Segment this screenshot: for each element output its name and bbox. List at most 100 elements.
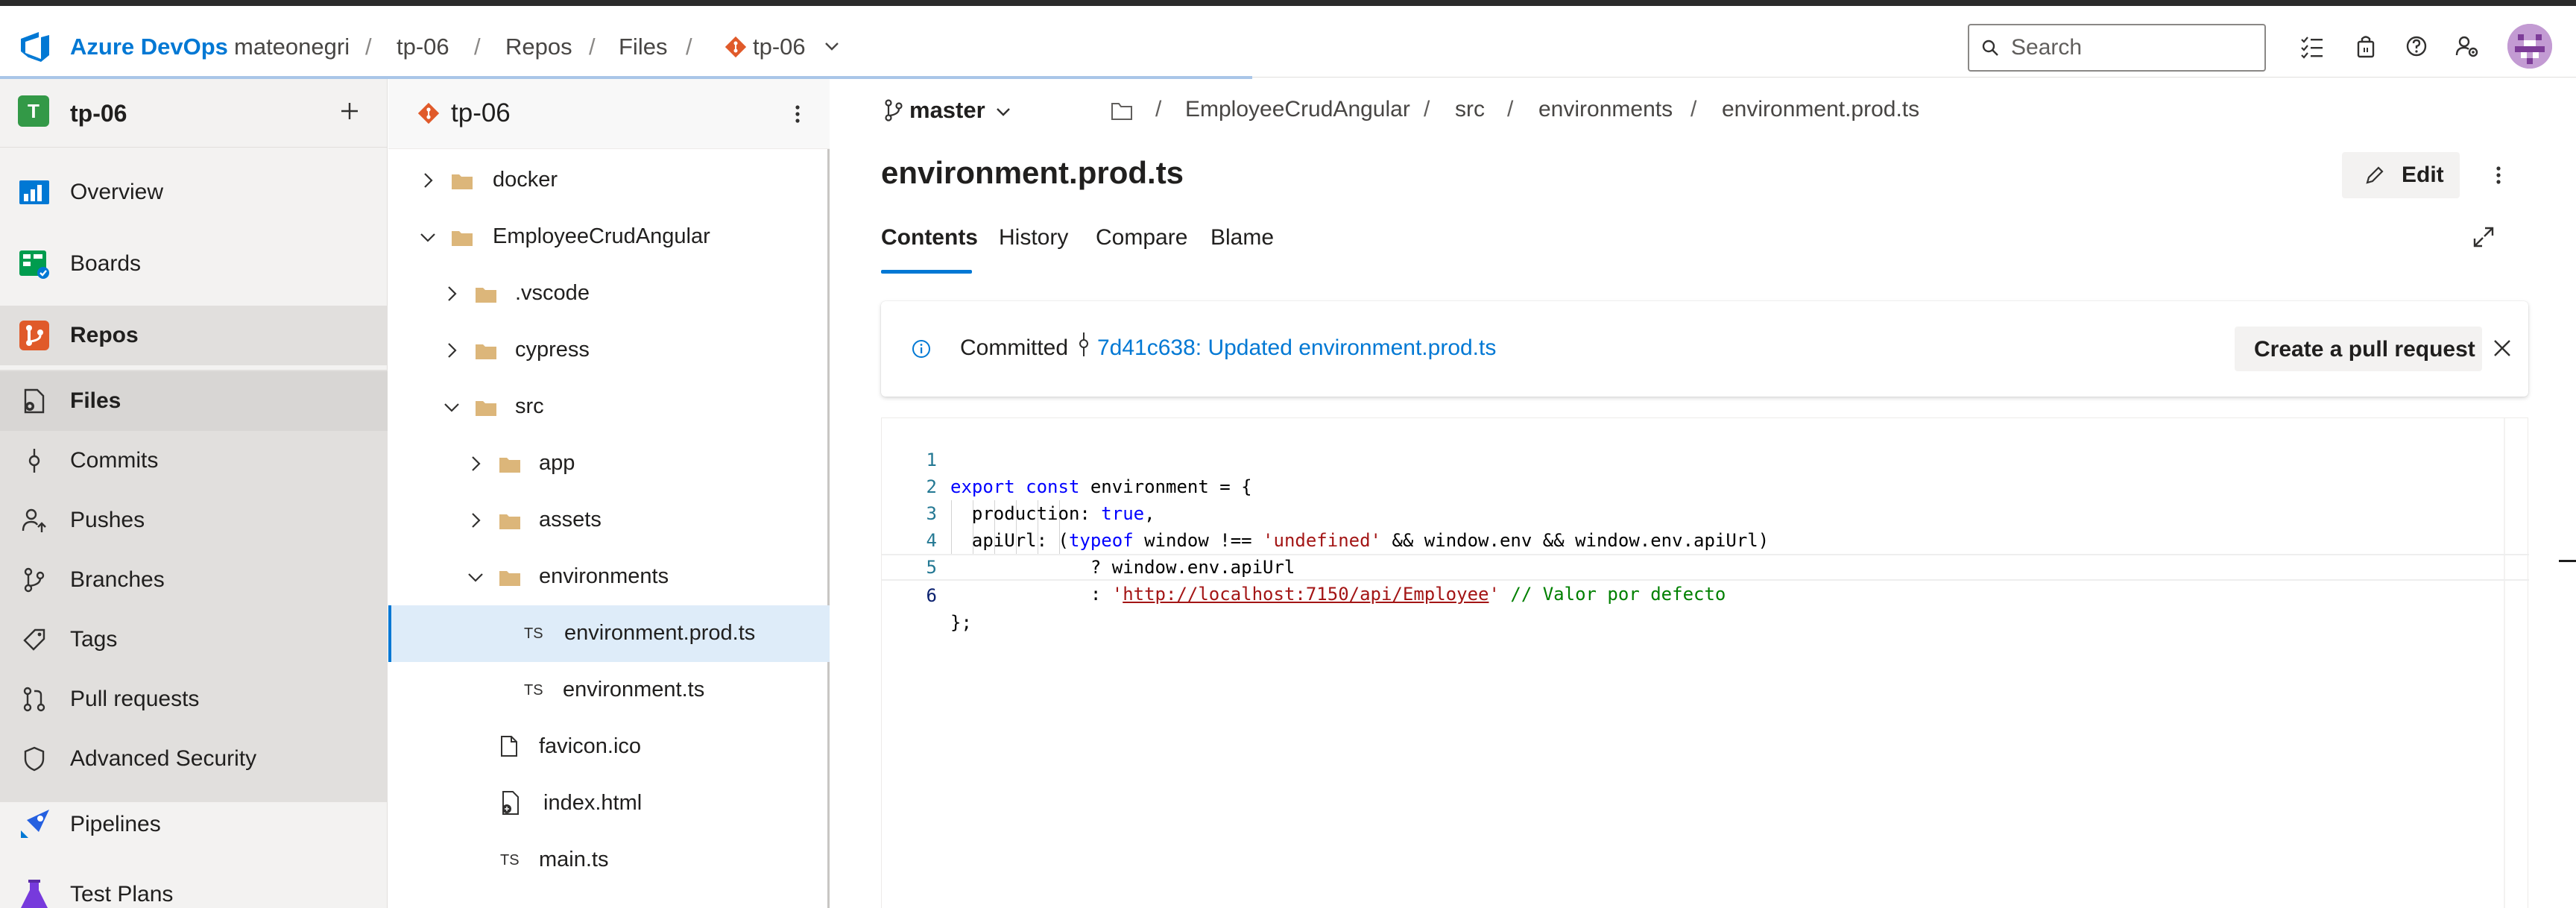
new-plus-icon[interactable] (337, 98, 362, 124)
sidebar-item-label: Tags (70, 627, 118, 652)
chevron-down-icon[interactable] (442, 397, 461, 417)
sidebar-item-overview[interactable]: Overview (0, 163, 388, 222)
tab-blame[interactable]: Blame (1210, 225, 1274, 270)
folder-icon (476, 344, 496, 359)
more-options-icon[interactable] (786, 101, 809, 127)
chevron-right-icon[interactable] (466, 454, 485, 473)
expand-fullscreen-icon[interactable] (2472, 225, 2496, 249)
repo-dropdown-chevron-down-icon[interactable] (823, 37, 841, 55)
line-number: 6 (926, 585, 937, 606)
branch-dropdown-chevron-down-icon[interactable] (994, 103, 1012, 121)
sidebar-item-repos[interactable]: Repos (0, 306, 388, 365)
tab-compare[interactable]: Compare (1096, 225, 1187, 270)
tree-row-label: assets (539, 508, 602, 532)
search-input[interactable] (2011, 35, 2235, 60)
tree-row-assets[interactable]: assets (388, 492, 830, 549)
path-segment-src[interactable]: src (1455, 97, 1485, 122)
sidebar-item-label: Test Plans (70, 882, 174, 907)
tree-row-favicon-ico[interactable]: favicon.ico (388, 719, 830, 775)
azure-devops-logo-icon[interactable] (18, 28, 52, 63)
tree-row-src[interactable]: src (388, 379, 830, 435)
close-icon[interactable] (2491, 337, 2513, 359)
path-segment-employeecrudangular[interactable]: EmployeeCrudAngular (1185, 97, 1410, 122)
tree-row-cypress[interactable]: cypress (388, 322, 830, 379)
sidebar-item-label: Overview (70, 180, 164, 204)
file-viewer: master / EmployeeCrudAngular / src / env… (832, 79, 2576, 908)
sidebar-item-boards[interactable]: Boards (0, 234, 388, 294)
tree-row-environment-prod-ts[interactable]: TS environment.prod.ts (388, 605, 830, 662)
folder-outline-icon[interactable] (1111, 101, 1133, 121)
marketplace-bag-icon[interactable] (2352, 33, 2379, 60)
tree-row-app[interactable]: app (388, 435, 830, 492)
overview-ruler-marker (2559, 560, 2576, 562)
edit-button[interactable]: Edit (2342, 152, 2460, 198)
sidebar-item-commits[interactable]: Commits (0, 431, 388, 491)
chevron-right-icon[interactable] (442, 341, 461, 360)
project-header: T tp-06 (0, 79, 388, 148)
pull-request-icon (16, 681, 52, 717)
chevron-right-icon[interactable] (418, 171, 438, 190)
help-icon[interactable] (2403, 33, 2430, 60)
search-box[interactable] (1968, 24, 2266, 72)
git-repo-icon (724, 36, 747, 58)
sidebar-item-files[interactable]: Files (0, 371, 388, 431)
breadcrumb-repo[interactable]: tp-06 (753, 34, 806, 60)
tab-contents[interactable]: Contents (881, 225, 978, 270)
path-separator: / (1424, 97, 1430, 122)
project-badge[interactable]: T (18, 95, 49, 127)
sidebar-item-label: Commits (70, 448, 159, 473)
commit-link[interactable]: 7d41c638: Updated environment.prod.ts (1097, 335, 1496, 361)
breadcrumb-org[interactable]: mateonegri (234, 34, 350, 60)
tree-row-label: favicon.ico (539, 734, 642, 758)
tree-row-main-ts[interactable]: TS main.ts (388, 832, 830, 889)
tree-row-index-html[interactable]: index.html (388, 775, 830, 832)
folder-icon (476, 401, 496, 416)
tree-row-label: index.html (543, 791, 643, 815)
user-settings-icon[interactable] (2454, 33, 2481, 60)
tree-row-label: src (515, 394, 544, 418)
breadcrumb-repos[interactable]: Repos (505, 34, 572, 60)
tree-row-environment-ts[interactable]: TS environment.ts (388, 662, 830, 719)
code-line: 3 apiUrl: (typeof window !== 'undefined'… (882, 473, 2529, 551)
path-segment-environments[interactable]: environments (1538, 97, 1673, 122)
sidebar-item-test-plans[interactable]: Test Plans (0, 865, 388, 908)
work-items-checklist-icon[interactable] (2299, 33, 2326, 60)
shield-icon (16, 741, 52, 777)
project-name[interactable]: tp-06 (70, 100, 127, 127)
typescript-file-icon: TS (524, 625, 543, 642)
chevron-right-icon[interactable] (466, 511, 485, 530)
breadcrumb-files[interactable]: Files (619, 34, 667, 60)
breadcrumb-project[interactable]: tp-06 (397, 34, 449, 60)
commit-icon (16, 443, 52, 479)
create-pull-request-button[interactable]: Create a pull request (2235, 327, 2482, 371)
branch-icon (16, 562, 52, 598)
tab-history[interactable]: History (999, 225, 1068, 270)
repos-icon (16, 318, 52, 353)
more-options-icon[interactable] (2491, 163, 2506, 188)
tree-row-employeecrudangular[interactable]: EmployeeCrudAngular (388, 209, 830, 265)
sidebar-item-label: Repos (70, 323, 139, 347)
code-line: 4 ? window.env.apiUrl (882, 500, 2529, 578)
chevron-down-icon[interactable] (466, 567, 485, 587)
code-editor[interactable]: 1 export const environment = { 2 product… (881, 417, 2576, 908)
sidebar-item-pushes[interactable]: Pushes (0, 491, 388, 550)
sidebar-item-branches[interactable]: Branches (0, 550, 388, 610)
tree-row-vscode[interactable]: .vscode (388, 265, 830, 322)
chevron-right-icon[interactable] (442, 284, 461, 303)
code-url-link[interactable]: http://localhost:7150/api/Employee (1123, 584, 1489, 605)
sidebar-item-pull-requests[interactable]: Pull requests (0, 669, 388, 729)
user-avatar[interactable] (2507, 24, 2552, 69)
file-tree-repo-name: tp-06 (451, 98, 511, 127)
tree-row-environments[interactable]: environments (388, 549, 830, 605)
branch-selector[interactable]: master (909, 97, 985, 124)
tree-row-label: cypress (515, 338, 590, 362)
chevron-down-icon[interactable] (418, 227, 438, 247)
folder-icon (452, 231, 473, 246)
brand-link[interactable]: Azure DevOps (70, 34, 228, 60)
path-separator: / (1155, 97, 1162, 122)
sidebar-item-pipelines[interactable]: Pipelines (0, 795, 388, 854)
tree-row-docker[interactable]: docker (388, 152, 830, 209)
path-segment-file[interactable]: environment.prod.ts (1722, 97, 1919, 122)
sidebar-item-tags[interactable]: Tags (0, 610, 388, 669)
sidebar-item-advanced-security[interactable]: Advanced Security (0, 729, 388, 789)
